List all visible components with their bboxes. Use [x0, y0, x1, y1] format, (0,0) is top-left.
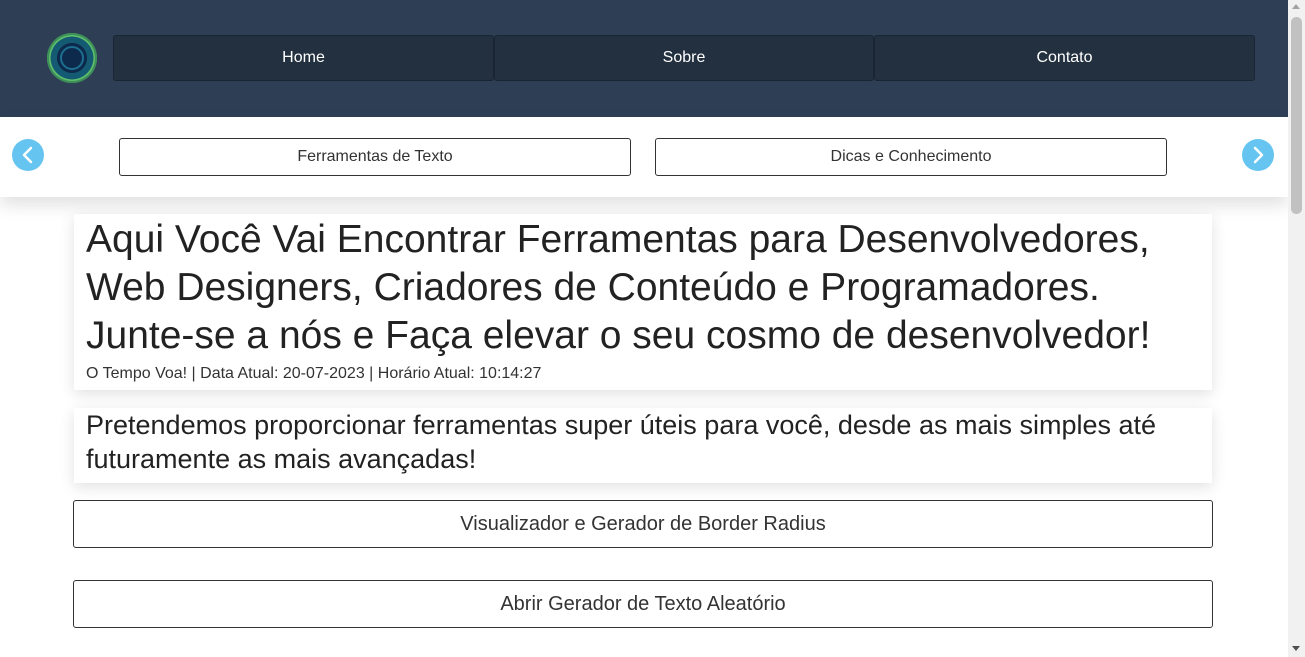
scroll-down-arrow-icon[interactable] — [1292, 646, 1300, 651]
intro-text: Pretendemos proporcionar ferramentas sup… — [86, 408, 1200, 476]
hero-title-line: Aqui Você Vai Encontrar Ferramentas para… — [86, 218, 1150, 261]
category-ferramentas-texto-button[interactable]: Ferramentas de Texto — [119, 138, 631, 176]
site-header: Home Sobre Contato — [0, 0, 1288, 117]
border-radius-tool-button[interactable]: Visualizador e Gerador de Border Radius — [73, 500, 1213, 548]
category-dicas-conhecimento-button[interactable]: Dicas e Conhecimento — [655, 138, 1167, 176]
hero-card: Aqui Você Vai Encontrar Ferramentas para… — [74, 214, 1212, 390]
scrollbar-thumb[interactable] — [1291, 17, 1302, 214]
site-logo[interactable] — [47, 33, 97, 83]
category-carousel: Ferramentas de Texto Dicas e Conheciment… — [0, 117, 1288, 197]
hero-title-line: Junte-se a nós e Faça elevar o seu cosmo… — [86, 314, 1151, 357]
intro-text-line: futuramente as mais avançadas! — [86, 444, 477, 474]
hero-title: Aqui Você Vai Encontrar Ferramentas para… — [86, 216, 1200, 360]
nav-contato-button[interactable]: Contato — [874, 35, 1255, 81]
random-text-generator-button[interactable]: Abrir Gerador de Texto Aleatório — [73, 580, 1213, 628]
carousel-next-button[interactable] — [1242, 139, 1274, 171]
intro-card: Pretendemos proporcionar ferramentas sup… — [74, 408, 1212, 483]
nav-sobre-button[interactable]: Sobre — [494, 35, 874, 81]
scroll-up-arrow-icon[interactable] — [1292, 4, 1300, 9]
logo-ring — [60, 46, 84, 70]
vertical-scrollbar[interactable] — [1288, 0, 1305, 657]
nav-home-button[interactable]: Home — [113, 35, 494, 81]
chevron-right-icon — [1253, 146, 1264, 164]
chevron-left-icon — [22, 146, 33, 164]
current-datetime-text: O Tempo Voa! | Data Atual: 20-07-2023 | … — [86, 365, 542, 382]
intro-text-line: Pretendemos proporcionar ferramentas sup… — [86, 410, 1157, 440]
hero-title-line: Web Designers, Criadores de Conteúdo e P… — [86, 266, 1100, 309]
carousel-prev-button[interactable] — [12, 139, 44, 171]
